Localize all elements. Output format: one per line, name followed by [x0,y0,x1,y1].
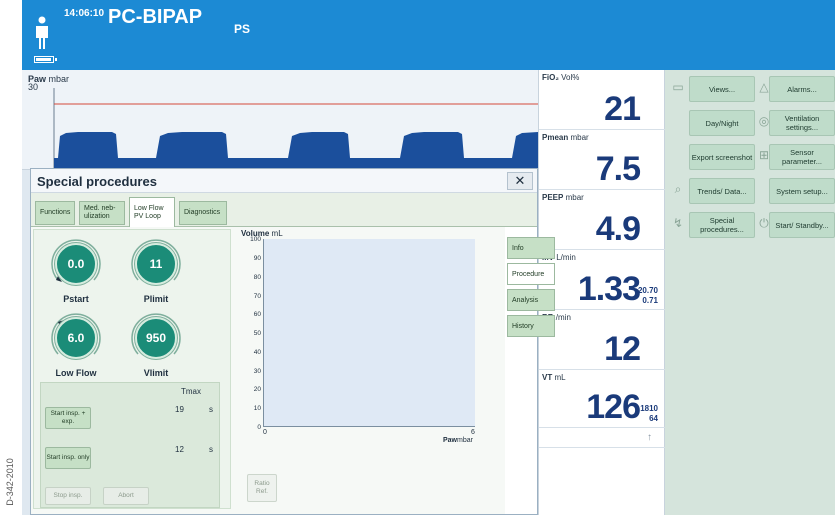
start-standby-button[interactable]: Start/ Standby... [769,212,835,238]
y-tick-label: 0 [257,424,261,431]
system-setup-button[interactable]: System setup... [769,178,835,204]
header-bar: 14:06:10 PC-BIPAP PS [22,0,835,70]
ventilation-submode[interactable]: PS [234,22,250,36]
procedure-content: 0.0 Pstart 11 Plimit 6.0 Low Flow 950 Vl… [31,227,505,514]
pv-loop-plot: Volume mL 100 90 80 70 60 50 40 30 20 10… [241,229,505,459]
main-menu-panel: ▭ Views... △ Alarms... Day/Night ◎ Venti… [665,70,835,515]
y-tick-label: 80 [253,274,261,281]
measured-values: FiO₂ Vol% 21 Pmean mbar 7.5 PEEP mbar 4.… [538,70,666,515]
tab-diagnostics[interactable]: Diagnostics [179,201,227,225]
trends-icon: ⌕ [674,182,682,196]
tmax-unit-2: s [209,445,213,454]
ventilation-mode[interactable]: PC-BIPAP [108,6,202,29]
tab-low-flow-pv-loop[interactable]: Low Flow PV Loop [129,197,175,227]
pstart-label: Pstart [63,294,89,304]
alarms-button[interactable]: Alarms... [769,76,835,102]
side-tab-history[interactable]: History [507,315,555,337]
vt-lower-limit: 64 [649,414,658,423]
procedures-icon: ↯ [672,216,684,230]
y-tick-label: 60 [253,311,261,318]
special-procedures-button[interactable]: Special procedures... [689,212,755,238]
value-number: 4.9 [595,210,641,248]
plimit-label: Plimit [143,294,169,304]
tab-med-nebulization[interactable]: Med. neb- ulization [79,201,125,225]
value-number: 7.5 [595,150,641,188]
pstart-dial[interactable]: 0.0 [55,243,97,285]
tmax-value-1: 19 [175,405,184,414]
tmax-label: Tmax [181,387,201,396]
scroll-up-arrow-icon[interactable]: ↑ [539,428,666,448]
views-button[interactable]: Views... [689,76,755,102]
value-peep[interactable]: PEEP mbar 4.9 [539,190,666,250]
start-insp-exp-button[interactable]: Start insp. + exp. [45,407,91,429]
ventilation-settings-button[interactable]: Ventilation settings... [769,110,835,136]
vt-upper-limit: 1810 [640,404,658,413]
low-flow-dial[interactable]: 6.0 [55,317,97,359]
value-mv[interactable]: MV L/min 1.33 20.700.71 [539,250,666,310]
sensor-parameter-button[interactable]: Sensor parameter... [769,144,835,170]
x-tick-label: 0 [263,429,267,436]
dialog-tabs: Functions Med. neb- ulization Low Flow P… [31,193,537,227]
value-fio2[interactable]: FiO₂ Vol% 21 [539,70,666,130]
pressure-wave [53,88,538,170]
value-vt[interactable]: VT mL 126 1810 64 [539,370,666,428]
day-night-button[interactable]: Day/Night [689,110,755,136]
y-tick-label: 40 [253,349,261,356]
pv-x-axis-label: Pawmbar [443,437,473,444]
low-flow-label: Low Flow [55,368,97,378]
special-procedures-dialog: Special procedures ✕ Functions Med. neb-… [30,168,555,515]
side-tab-procedure[interactable]: Procedure [507,263,555,285]
trends-data-button[interactable]: Trends/ Data... [689,178,755,204]
export-screenshot-button[interactable]: Export screenshot [689,144,755,170]
start-insp-only-button[interactable]: Start insp. only [45,447,91,469]
close-icon[interactable]: ✕ [507,172,533,190]
procedure-side-tabs: Info Procedure Analysis History [505,227,555,514]
figure-caption: D-342-2010 [2,455,15,515]
x-tick-label: 6 [471,429,475,436]
figure-caption-text: D-342-2010 [5,458,15,506]
abort-button[interactable]: Abort [103,487,149,505]
pv-plot-area[interactable] [263,239,475,427]
tab-functions[interactable]: Functions [35,201,75,225]
vlimit-label: Vlimit [143,368,169,378]
battery-icon [34,56,57,63]
tmax-value-2: 12 [175,445,184,454]
y-tick-label: 20 [253,386,261,393]
stop-insp-button[interactable]: Stop insp. [45,487,91,505]
y-tick-label: 50 [253,330,261,337]
dialog-title-bar: Special procedures ✕ [31,169,537,193]
manual-maneuver-area: Tmax 19 s Start insp. + exp. 12 s Start … [40,382,220,508]
value-number: 1.33 [577,270,641,308]
y-tick-label: 100 [250,236,261,243]
patient-icon[interactable] [32,16,52,50]
value-number: 21 [604,90,641,128]
side-tab-info[interactable]: Info [507,237,555,259]
value-pmean[interactable]: Pmean mbar 7.5 [539,130,666,190]
pressure-curve[interactable]: Paw mbar 30 [22,70,538,170]
y-tick-label: 30 [253,368,261,375]
y-tick-label: 90 [253,255,261,262]
value-number: 126 [586,388,641,426]
plimit-dial[interactable]: 11 [135,243,177,285]
y-tick-label: 10 [253,405,261,412]
tmax-unit-1: s [209,405,213,414]
y-tick-label: 70 [253,293,261,300]
mv-upper-limit: 20.70 [637,286,658,295]
side-tab-analysis[interactable]: Analysis [507,289,555,311]
dialog-title: Special procedures [37,174,157,189]
settings-area: 0.0 Pstart 11 Plimit 6.0 Low Flow 950 Vl… [33,229,231,509]
ventilator-screen: 14:06:10 PC-BIPAP PS Paw mbar 30 FiO₂ Vo… [22,0,835,515]
value-number: 12 [604,330,641,368]
views-icon: ▭ [672,80,684,94]
ratio-ref-button[interactable]: Ratio Ref. [247,474,277,502]
clock-time: 14:06:10 [64,8,105,19]
mv-lower-limit: 0.71 [642,296,658,305]
vlimit-dial[interactable]: 950 [135,317,177,359]
value-rr[interactable]: RR /min 12 [539,310,666,370]
